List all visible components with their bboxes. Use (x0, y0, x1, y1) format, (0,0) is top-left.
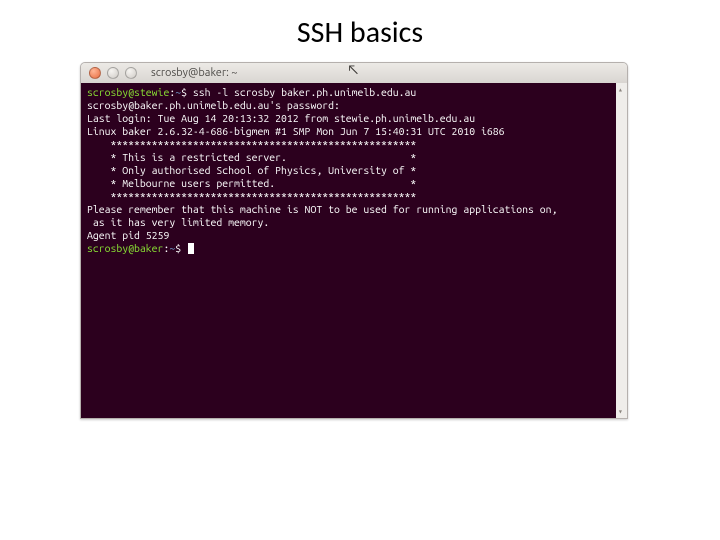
terminal-line: * This is a restricted server. * (87, 151, 621, 164)
terminal-line: Please remember that this machine is NOT… (87, 203, 621, 216)
terminal-line: scrosby@baker:~$ (87, 242, 621, 255)
terminal-line: ****************************************… (87, 138, 621, 151)
prompt-dollar: $ (175, 242, 187, 254)
text-cursor-icon (188, 243, 194, 254)
minimize-icon[interactable] (107, 67, 119, 79)
scrollbar[interactable] (616, 83, 627, 418)
maximize-icon[interactable] (125, 67, 137, 79)
terminal-line: Last login: Tue Aug 14 20:13:32 2012 fro… (87, 112, 621, 125)
mouse-cursor-icon: ↖ (347, 62, 359, 78)
terminal-output[interactable]: scrosby@stewie:~$ ssh -l scrosby baker.p… (81, 83, 627, 418)
window-title: scrosby@baker: ~ (151, 67, 238, 79)
terminal-line: scrosby@stewie:~$ ssh -l scrosby baker.p… (87, 86, 621, 99)
terminal-line: Linux baker 2.6.32-4-686-bigmem #1 SMP M… (87, 125, 621, 138)
command-text: $ ssh -l scrosby baker.ph.unimelb.edu.au (181, 86, 416, 98)
slide-title: SSH basics (0, 0, 720, 61)
terminal-line: ****************************************… (87, 190, 621, 203)
close-icon[interactable] (89, 67, 101, 79)
window-titlebar[interactable]: scrosby@baker: ~ ↖ (81, 63, 627, 83)
terminal-window: scrosby@baker: ~ ↖ scrosby@stewie:~$ ssh… (80, 62, 628, 419)
terminal-line: scrosby@baker.ph.unimelb.edu.au's passwo… (87, 99, 621, 112)
terminal-line: * Only authorised School of Physics, Uni… (87, 164, 621, 177)
prompt-userhost: scrosby@stewie (87, 86, 169, 98)
terminal-line: Agent pid 5259 (87, 229, 621, 242)
terminal-line: as it has very limited memory. (87, 216, 621, 229)
terminal-line: * Melbourne users permitted. * (87, 177, 621, 190)
prompt-userhost: scrosby@baker (87, 242, 163, 254)
